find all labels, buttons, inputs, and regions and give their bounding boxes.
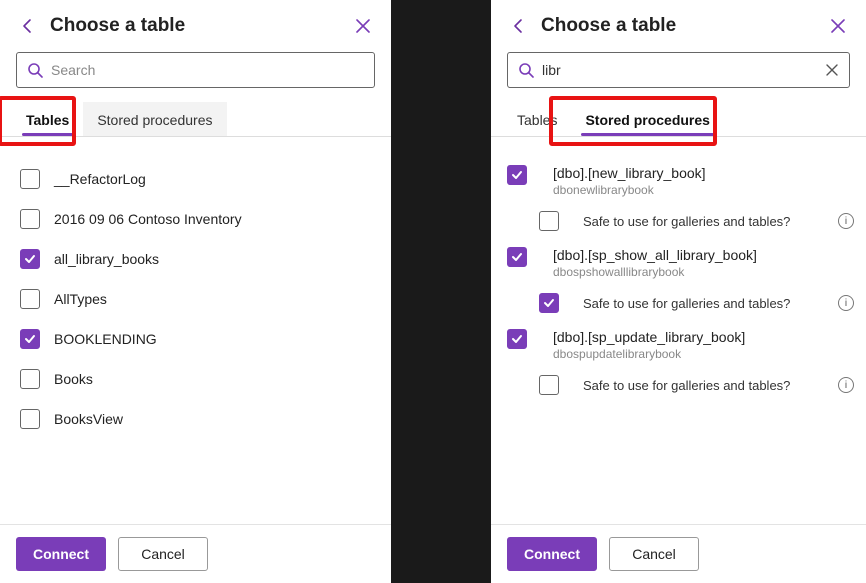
search-icon (516, 60, 536, 80)
table-row-label: Books (54, 371, 93, 387)
footer: Connect Cancel (0, 524, 391, 583)
stored-procedures-list[interactable]: [dbo].[new_library_book] dbonewlibraryboo… (491, 137, 866, 524)
table-row-label: AllTypes (54, 291, 107, 307)
stored-procedure-item: [dbo].[sp_update_library_book] dbospupdat… (507, 323, 862, 405)
search-container (491, 46, 866, 98)
table-row[interactable]: __RefactorLog (20, 159, 387, 199)
table-row-label: 2016 09 06 Contoso Inventory (54, 211, 242, 227)
search-input[interactable] (536, 62, 823, 78)
close-button[interactable] (826, 14, 850, 38)
cancel-button[interactable]: Cancel (609, 537, 699, 571)
header: Choose a table (491, 0, 866, 46)
info-icon[interactable]: i (838, 213, 854, 229)
cancel-button[interactable]: Cancel (118, 537, 208, 571)
search-container (0, 46, 391, 98)
panel-separator (391, 0, 491, 583)
table-row[interactable]: all_library_books (20, 239, 387, 279)
table-row-label: BooksView (54, 411, 123, 427)
checkbox[interactable] (20, 289, 40, 309)
connect-button[interactable]: Connect (507, 537, 597, 571)
table-row[interactable]: BooksView (20, 399, 387, 439)
procedure-subtitle: dbospshowalllibrarybook (553, 265, 757, 279)
dialog-title: Choose a table (50, 15, 351, 37)
panel-left: Choose a table Tables Stored procedures … (0, 0, 391, 583)
tab-tables[interactable]: Tables (12, 102, 83, 136)
table-row[interactable]: BOOKLENDING (20, 319, 387, 359)
safe-label: Safe to use for galleries and tables? (583, 214, 838, 229)
table-row[interactable]: 2016 09 06 Contoso Inventory (20, 199, 387, 239)
checkbox[interactable] (20, 249, 40, 269)
close-button[interactable] (351, 14, 375, 38)
back-button[interactable] (16, 14, 40, 38)
procedure-subtitle: dbonewlibrarybook (553, 183, 706, 197)
table-row-label: BOOKLENDING (54, 331, 157, 347)
info-icon[interactable]: i (838, 295, 854, 311)
procedure-name: [dbo].[new_library_book] (553, 165, 706, 181)
tab-stored-procedures[interactable]: Stored procedures (83, 102, 226, 136)
procedure-name: [dbo].[sp_update_library_book] (553, 329, 745, 345)
footer: Connect Cancel (491, 524, 866, 583)
search-icon (25, 60, 45, 80)
safe-checkbox[interactable] (539, 293, 559, 313)
back-button[interactable] (507, 14, 531, 38)
table-row[interactable]: Books (20, 359, 387, 399)
clear-search-button[interactable] (823, 61, 841, 79)
safe-checkbox[interactable] (539, 375, 559, 395)
procedure-name: [dbo].[sp_show_all_library_book] (553, 247, 757, 263)
search-input[interactable] (45, 62, 366, 78)
panel-right: Choose a table Tables Stored procedures … (491, 0, 866, 583)
checkbox[interactable] (507, 329, 527, 349)
info-icon[interactable]: i (838, 377, 854, 393)
checkbox[interactable] (20, 369, 40, 389)
procedure-subtitle: dbospupdatelibrarybook (553, 347, 745, 361)
checkbox[interactable] (20, 209, 40, 229)
safe-label: Safe to use for galleries and tables? (583, 378, 838, 393)
tables-list[interactable]: __RefactorLog 2016 09 06 Contoso Inventor… (0, 137, 391, 524)
table-row[interactable]: AllTypes (20, 279, 387, 319)
checkbox[interactable] (20, 329, 40, 349)
checkbox[interactable] (20, 409, 40, 429)
checkbox[interactable] (20, 169, 40, 189)
tabs: Tables Stored procedures (0, 102, 391, 137)
safe-option-row: Safe to use for galleries and tables?i (539, 211, 862, 231)
connect-button[interactable]: Connect (16, 537, 106, 571)
checkbox[interactable] (507, 165, 527, 185)
header: Choose a table (0, 0, 391, 46)
stored-procedure-item: [dbo].[new_library_book] dbonewlibraryboo… (507, 159, 862, 241)
stored-procedure-item: [dbo].[sp_show_all_library_book] dbospsho… (507, 241, 862, 323)
search-box[interactable] (16, 52, 375, 88)
tab-tables[interactable]: Tables (503, 102, 571, 136)
search-box[interactable] (507, 52, 850, 88)
table-row-label: all_library_books (54, 251, 159, 267)
table-row-label: __RefactorLog (54, 171, 146, 187)
tab-stored-procedures[interactable]: Stored procedures (571, 102, 723, 136)
safe-label: Safe to use for galleries and tables? (583, 296, 838, 311)
dialog-title: Choose a table (541, 15, 826, 37)
safe-option-row: Safe to use for galleries and tables?i (539, 375, 862, 395)
tabs: Tables Stored procedures (491, 102, 866, 137)
safe-checkbox[interactable] (539, 211, 559, 231)
safe-option-row: Safe to use for galleries and tables?i (539, 293, 862, 313)
checkbox[interactable] (507, 247, 527, 267)
